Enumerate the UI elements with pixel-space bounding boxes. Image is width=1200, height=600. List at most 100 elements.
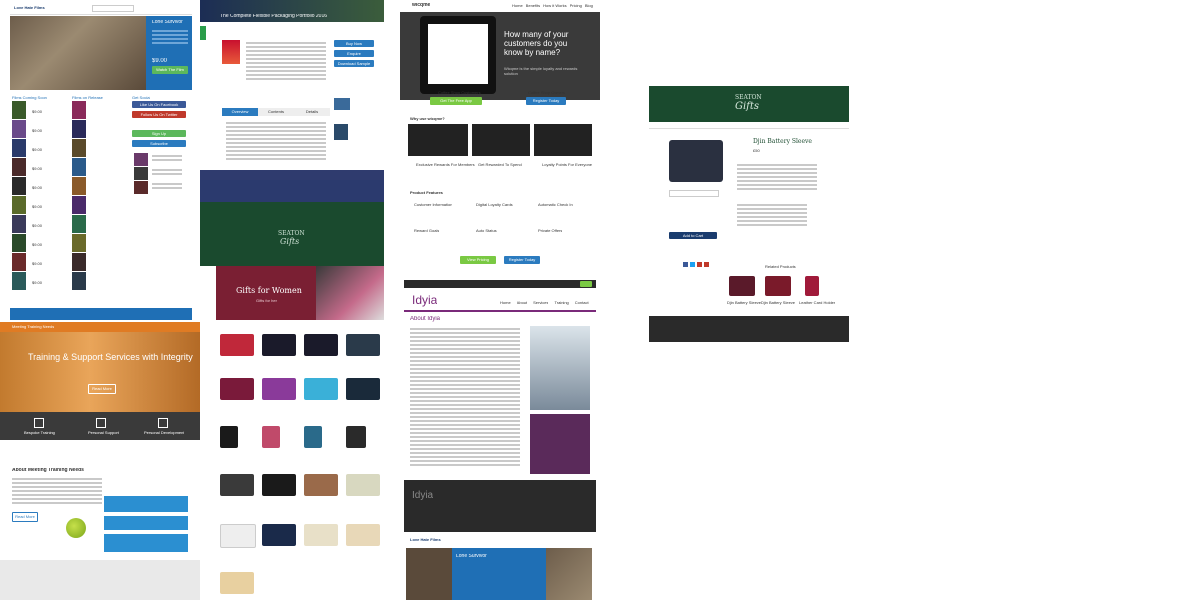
product-tile[interactable] xyxy=(220,378,254,400)
download-sample-button[interactable]: Download Sample xyxy=(334,60,374,67)
gifts-hero-image xyxy=(316,266,384,320)
nav-benefits[interactable]: Benefits xyxy=(526,3,540,8)
product-tile[interactable] xyxy=(220,524,256,548)
product-tile[interactable] xyxy=(346,524,380,546)
share-icon[interactable] xyxy=(697,262,702,267)
seaton-product-screenshot: SEATON Gifts Djin Battery Sleeve £50 Add… xyxy=(649,86,849,342)
product-tile[interactable] xyxy=(346,378,380,400)
training-logo[interactable]: Meeting Training Needs xyxy=(12,324,54,329)
training-hero-title: Training & Support Services with Integri… xyxy=(28,352,193,362)
product-title: Djin Battery Sleeve xyxy=(753,138,812,145)
packaging-tabs: Overview Contents Details xyxy=(222,108,330,116)
related-product[interactable] xyxy=(805,276,819,296)
feature-icon-exchange xyxy=(408,124,468,156)
nav-how[interactable]: How it Works xyxy=(543,3,566,8)
nav-pricing[interactable]: Pricing xyxy=(570,3,582,8)
lovehate-logo[interactable]: Love Hate Films xyxy=(14,5,45,10)
register-today-button[interactable]: Register Today xyxy=(504,256,540,264)
coming-soon-list: $9.00 $9.00 $9.00 $9.00 $9.00 $9.00 $9.0… xyxy=(12,101,68,291)
product-image xyxy=(669,140,723,182)
buy-now-button[interactable]: Buy Now xyxy=(334,40,374,47)
service-icon-3 xyxy=(158,418,168,428)
product-tile[interactable] xyxy=(262,524,296,546)
product-price: £50 xyxy=(753,148,760,153)
seaton-logo-line2[interactable]: Gifts xyxy=(735,101,759,112)
product-tile[interactable] xyxy=(304,378,338,400)
why-heading: Why use wicqme? xyxy=(410,116,445,121)
get-free-app-button[interactable]: Get The Free App xyxy=(430,97,482,105)
idyia-screenshot: Idyia Home About Services Training Conta… xyxy=(404,280,596,532)
wicqme-headline: How many of your customers do you know b… xyxy=(504,30,569,57)
about-read-more-button[interactable]: Read More xyxy=(12,512,38,522)
social-column: Like Us On Facebook Follow Us On Twitter… xyxy=(132,101,188,195)
hero-more-button[interactable]: Read More xyxy=(88,384,116,394)
subscribe-button[interactable]: Subscribe xyxy=(132,140,186,147)
product-tile[interactable] xyxy=(262,334,296,356)
product-tile[interactable] xyxy=(304,426,322,448)
seaton-small-logo-line1[interactable]: SEATON xyxy=(278,230,305,237)
nav-blog[interactable]: Blog xyxy=(585,3,593,8)
product-tile[interactable] xyxy=(220,334,254,356)
product-tile[interactable] xyxy=(346,334,380,356)
add-to-cart-button[interactable]: Add to Cart xyxy=(669,232,717,239)
tab-contents[interactable]: Contents xyxy=(258,108,294,116)
product-tile[interactable] xyxy=(220,426,238,448)
idyia-footer-logo: Idyia xyxy=(412,490,434,501)
product-tile[interactable] xyxy=(262,474,296,496)
product-tile[interactable] xyxy=(262,378,296,400)
training-screenshot: Meeting Training Needs Training & Suppor… xyxy=(0,322,200,600)
feature-icon-megaphone xyxy=(534,124,592,156)
packaging-screenshot: The Complete Flexible Packaging Portfoli… xyxy=(200,0,384,180)
lovehate-search-input[interactable] xyxy=(92,5,134,12)
product-tile[interactable] xyxy=(220,474,254,496)
product-tile[interactable] xyxy=(346,474,380,496)
signup-button[interactable]: Sign Up xyxy=(132,130,186,137)
product-tile[interactable] xyxy=(304,334,338,356)
lovehate2-hero-title: Lone Survivor xyxy=(456,554,487,559)
tab-details[interactable]: Details xyxy=(294,108,330,116)
view-pricing-button[interactable]: View Pricing xyxy=(460,256,496,264)
idyia-search-button[interactable] xyxy=(580,281,592,287)
register-button[interactable]: Register Today xyxy=(526,97,566,105)
features-heading: Product Features xyxy=(410,190,443,195)
service-icon-1 xyxy=(34,418,44,428)
watch-film-button[interactable]: Watch The Film xyxy=(152,66,188,74)
share-icon[interactable] xyxy=(683,262,688,267)
nav-home[interactable]: Home xyxy=(512,3,523,8)
hero-price: $9.00 xyxy=(152,58,168,64)
packaging-heading: The Complete Flexible Packaging Portfoli… xyxy=(220,14,328,19)
product-tile[interactable] xyxy=(304,474,338,496)
on-release-list xyxy=(72,101,128,291)
wicqme-sub: Wicqme is the simple loyalty and rewards… xyxy=(504,66,578,76)
twitter-button[interactable]: Follow Us On Twitter xyxy=(132,111,186,118)
share-icon[interactable] xyxy=(704,262,709,267)
product-tile[interactable] xyxy=(220,572,254,594)
share-icon[interactable] xyxy=(690,262,695,267)
feature-icon-coffee xyxy=(472,124,530,156)
gifts-for-women-screenshot: Gifts for Women Gifts for her xyxy=(216,266,384,600)
service-icon-2 xyxy=(96,418,106,428)
seaton-small-logo-line2[interactable]: Gifts xyxy=(280,237,299,246)
gifts-title: Gifts for Women xyxy=(236,286,302,295)
quantity-select[interactable] xyxy=(669,190,719,197)
related-product[interactable] xyxy=(729,276,755,296)
enquire-button[interactable]: Enquire xyxy=(334,50,374,57)
related-product[interactable] xyxy=(765,276,791,296)
gifts-subtitle: Gifts for her xyxy=(256,298,277,303)
lovehate2-logo[interactable]: Love Hate Films xyxy=(410,537,441,542)
product-tile[interactable] xyxy=(304,524,338,546)
seaton-logo-line1[interactable]: SEATON xyxy=(735,94,762,101)
tab-overview[interactable]: Overview xyxy=(222,108,258,116)
product-tile[interactable] xyxy=(262,426,280,448)
apple-image xyxy=(66,518,86,538)
idyia-logo[interactable]: Idyia xyxy=(412,294,437,307)
hero-image xyxy=(10,16,146,90)
portrait-photo xyxy=(530,326,590,410)
on-release-title: Films on Release xyxy=(72,95,103,100)
hero-title: Lone Survivor xyxy=(152,20,183,25)
idyia-heading: About Idyia xyxy=(410,316,441,322)
facebook-button[interactable]: Like Us On Facebook xyxy=(132,101,186,108)
product-tile[interactable] xyxy=(346,426,366,448)
get-social-title: Get Social xyxy=(132,95,151,100)
wicqme-logo[interactable]: wicqme xyxy=(412,3,430,8)
